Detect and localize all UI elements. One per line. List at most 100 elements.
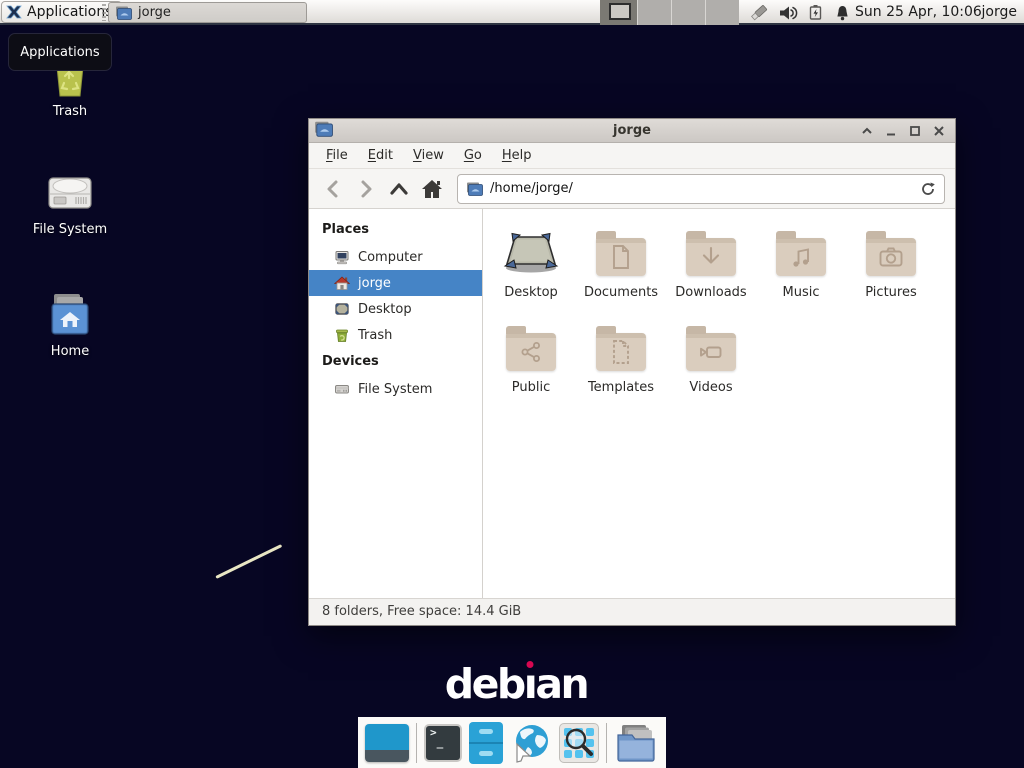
file-item-downloads[interactable]: Downloads (666, 227, 756, 300)
desktop-surface-icon (503, 227, 559, 279)
menu-edit[interactable]: Edit (359, 145, 402, 166)
path-input[interactable]: /home/jorge/ (490, 181, 913, 196)
volume-icon[interactable] (778, 4, 798, 22)
debian-logo-text: deb (445, 660, 524, 708)
stylus-icon[interactable] (748, 3, 769, 23)
trash-icon (334, 327, 350, 343)
statusbar-text: 8 folders, Free space: 14.4 GiB (322, 604, 521, 619)
sidebar: Places Computer (309, 209, 483, 598)
terminal-icon[interactable]: > _ (424, 724, 462, 762)
sidebar-item-label: jorge (358, 276, 391, 291)
dock-separator (606, 723, 607, 763)
close-button[interactable] (930, 123, 947, 140)
back-button[interactable] (319, 175, 347, 203)
debian-logo: debıan (421, 660, 611, 708)
reload-icon[interactable] (920, 181, 936, 197)
user-menu[interactable]: jorge (982, 0, 1017, 25)
folder-icon (466, 182, 483, 196)
tooltip-text: Applications (20, 45, 99, 60)
desktop-pager-icon[interactable] (365, 724, 409, 762)
sidebar-item-filesystem[interactable]: File System (309, 376, 482, 402)
workspace-3[interactable] (671, 0, 705, 25)
workspace-2[interactable] (637, 0, 671, 25)
desktop-icon-label: Home (51, 344, 89, 359)
notifications-icon[interactable] (834, 4, 851, 22)
maximize-button[interactable] (906, 123, 923, 140)
applications-menu-label: Applications (27, 4, 113, 20)
clock[interactable]: Sun 25 Apr, 10:06 (855, 0, 982, 25)
shade-button[interactable] (858, 123, 875, 140)
file-item-pictures[interactable]: Pictures (846, 227, 936, 300)
dock-separator (416, 723, 417, 763)
up-button[interactable] (385, 175, 413, 203)
folder-documents-icon (596, 238, 646, 276)
desktop-stray-line (215, 544, 282, 579)
sidebar-item-label: Trash (358, 328, 392, 343)
sidebar-item-label: Desktop (358, 302, 412, 317)
file-item-documents[interactable]: Documents (576, 227, 666, 300)
sidebar-item-desktop[interactable]: Desktop (309, 296, 482, 322)
web-browser-icon[interactable] (510, 722, 552, 764)
app-finder-icon[interactable] (559, 723, 599, 763)
folder-icon (115, 6, 132, 20)
dock: > _ (358, 717, 666, 768)
home-button[interactable] (418, 175, 446, 203)
file-item-desktop[interactable]: Desktop (486, 227, 576, 300)
desktop-icon-label: File System (33, 222, 107, 237)
sidebar-item-computer[interactable]: Computer (309, 244, 482, 270)
panel-handle[interactable] (102, 4, 106, 21)
desktop-icon-filesystem[interactable]: File System (22, 168, 118, 237)
drive-icon (46, 168, 94, 216)
file-cabinet-icon[interactable] (469, 722, 503, 764)
forward-button[interactable] (352, 175, 380, 203)
workspace-1[interactable] (600, 0, 637, 25)
debian-red-dot (526, 661, 533, 668)
sidebar-item-label: File System (358, 382, 432, 397)
path-bar[interactable]: /home/jorge/ (457, 174, 945, 204)
battery-icon[interactable] (807, 4, 825, 22)
minimize-button[interactable] (882, 123, 899, 140)
file-manager-window: jorge File Edit View Go Help (308, 118, 956, 626)
sidebar-item-trash[interactable]: Trash (309, 322, 482, 348)
desktop-icon (334, 301, 350, 317)
file-item-label: Downloads (675, 285, 746, 300)
file-item-label: Desktop (504, 285, 558, 300)
desktop: Applications jorge (0, 0, 1024, 768)
file-item-templates[interactable]: Templates (576, 322, 666, 395)
menu-file[interactable]: File (317, 145, 357, 166)
file-item-music[interactable]: Music (756, 227, 846, 300)
top-panel: Applications jorge (0, 0, 1024, 25)
folder-templates-icon (596, 333, 646, 371)
sidebar-header-devices: Devices (309, 348, 482, 376)
file-list[interactable]: Desktop Documents Downloads (483, 209, 955, 598)
menu-view[interactable]: View (404, 145, 453, 166)
drive-icon (334, 381, 350, 397)
sidebar-header-places: Places (309, 216, 482, 244)
workspace-4[interactable] (705, 0, 739, 25)
sidebar-item-jorge[interactable]: jorge (309, 270, 482, 296)
file-item-public[interactable]: Public (486, 322, 576, 395)
xfce-logo-icon (6, 4, 22, 20)
menu-help[interactable]: Help (493, 145, 541, 166)
file-item-videos[interactable]: Videos (666, 322, 756, 395)
file-item-label: Documents (584, 285, 658, 300)
desktop-icon-label: Trash (53, 104, 87, 119)
window-body: Places Computer (309, 209, 955, 598)
folder-public-icon (506, 333, 556, 371)
menubar: File Edit View Go Help (309, 143, 955, 169)
folder-downloads-icon (686, 238, 736, 276)
folder-videos-icon (686, 333, 736, 371)
taskbar-window-label: jorge (138, 5, 171, 20)
file-item-label: Music (783, 285, 820, 300)
applications-tooltip: Applications (8, 33, 112, 71)
window-controls (858, 119, 947, 143)
computer-icon (334, 249, 350, 265)
workspace-pager[interactable] (600, 0, 739, 25)
folder-pictures-icon (866, 238, 916, 276)
folder-music-icon (776, 238, 826, 276)
titlebar[interactable]: jorge (309, 119, 955, 143)
menu-go[interactable]: Go (455, 145, 491, 166)
file-manager-icon[interactable] (614, 723, 658, 763)
desktop-icon-home[interactable]: Home (22, 290, 118, 359)
taskbar-window-button[interactable]: jorge (108, 2, 307, 23)
